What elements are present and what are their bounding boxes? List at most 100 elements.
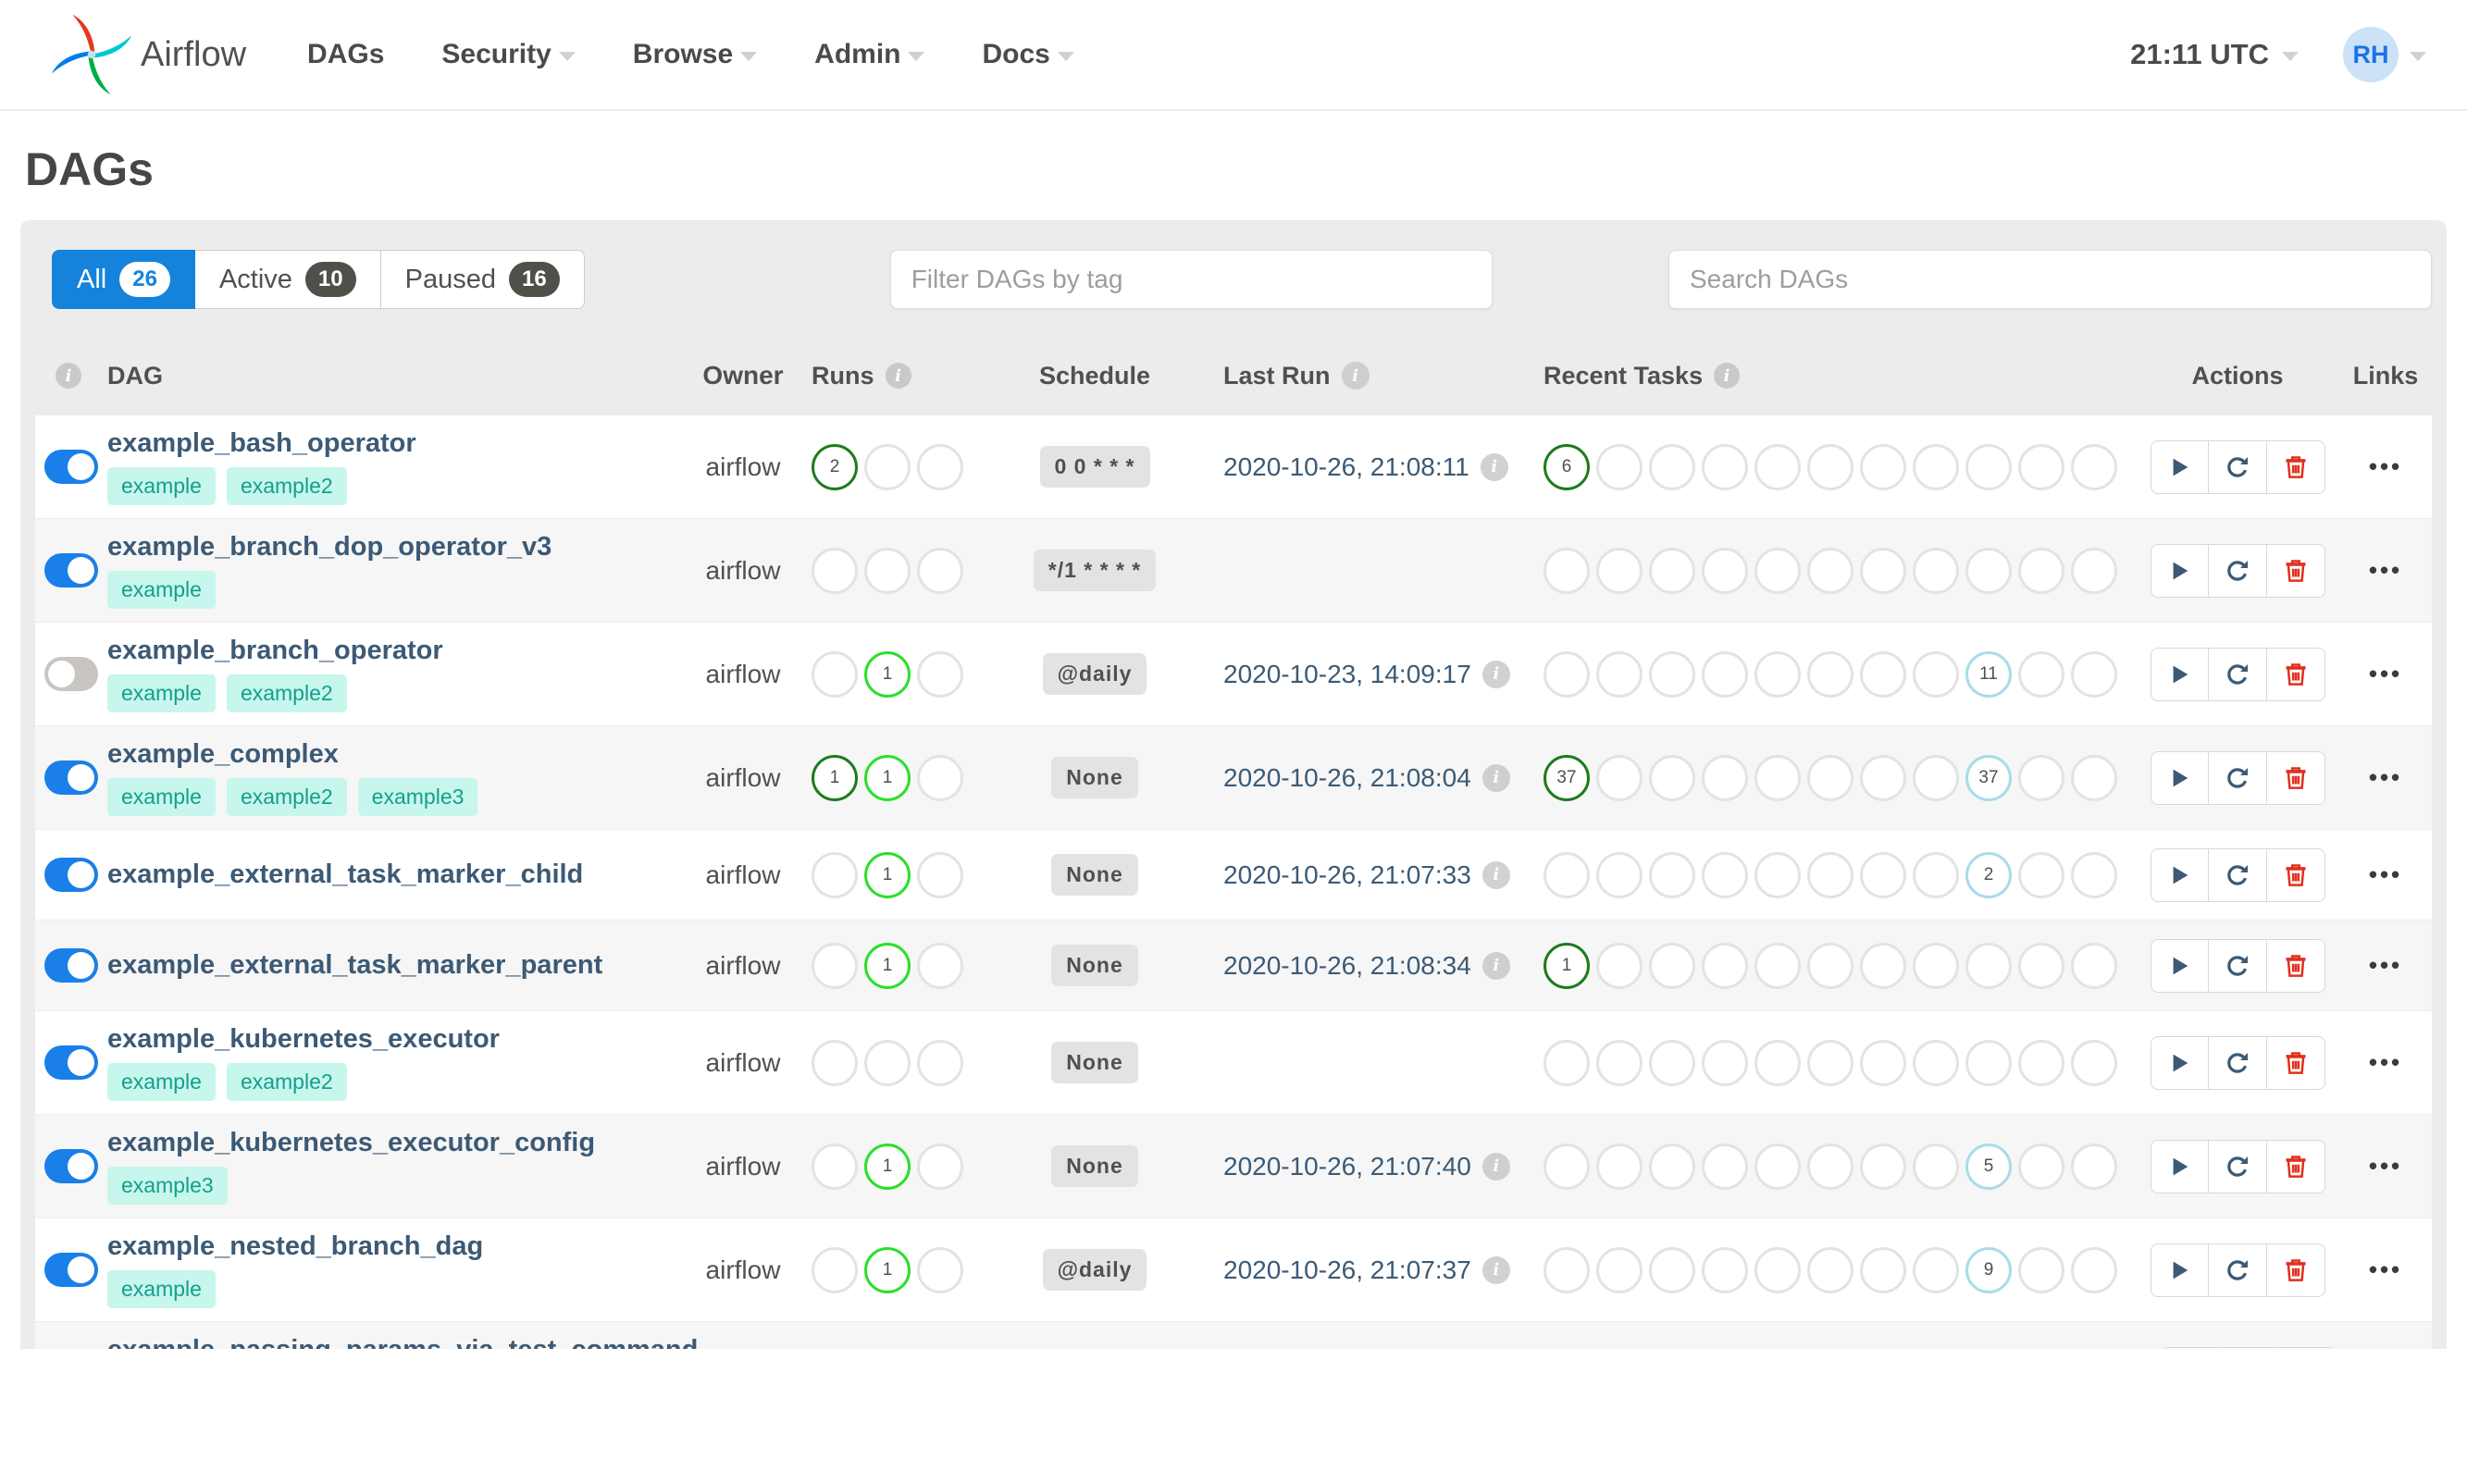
schedule-badge[interactable]: None xyxy=(1051,1042,1138,1083)
user-menu[interactable]: RH xyxy=(2343,27,2426,82)
task-sensing-circle[interactable] xyxy=(2071,1039,2117,1086)
task-upstream_failed-circle[interactable] xyxy=(1702,1039,1748,1086)
task-sensing-circle[interactable] xyxy=(2071,754,2117,801)
dagrun-success-circle[interactable] xyxy=(812,650,858,698)
refresh-dag-button[interactable] xyxy=(2208,938,2267,993)
delete-dag-button[interactable] xyxy=(2266,750,2325,805)
task-none-circle[interactable]: 37 xyxy=(1965,754,2012,801)
task-failed-circle[interactable] xyxy=(1649,942,1695,989)
task-scheduled-circle[interactable] xyxy=(2018,443,2064,490)
refresh-dag-button[interactable] xyxy=(2208,543,2267,598)
task-sensing-circle[interactable] xyxy=(2071,851,2117,898)
task-up_for_reschedule-circle[interactable] xyxy=(1860,650,1906,698)
links-menu-button[interactable]: ••• xyxy=(2369,951,2402,980)
refresh-dag-button[interactable] xyxy=(2208,1035,2267,1090)
dag-tag[interactable]: example xyxy=(107,778,216,816)
task-none-circle[interactable] xyxy=(1965,942,2012,989)
refresh-dag-button[interactable] xyxy=(2218,1346,2277,1349)
dagrun-success-circle[interactable] xyxy=(812,942,858,989)
links-menu-button[interactable]: ••• xyxy=(2369,452,2402,481)
schedule-badge[interactable]: @daily xyxy=(1042,653,1147,695)
task-running-circle[interactable] xyxy=(1596,754,1643,801)
task-upstream_failed-circle[interactable] xyxy=(1702,547,1748,594)
delete-dag-button[interactable] xyxy=(2266,1243,2325,1297)
task-scheduled-circle[interactable] xyxy=(2018,1246,2064,1293)
dagrun-success-circle[interactable] xyxy=(812,1039,858,1086)
info-icon[interactable]: i xyxy=(1714,363,1741,389)
dag-tag[interactable]: example2 xyxy=(226,1063,347,1101)
delete-dag-button[interactable] xyxy=(2276,1346,2336,1349)
dag-link[interactable]: example_kubernetes_executor xyxy=(107,1024,500,1055)
last-run-link[interactable]: 2020-10-26, 21:08:34 xyxy=(1223,951,1471,981)
task-queued-circle[interactable] xyxy=(1913,1039,1959,1086)
task-queued-circle[interactable] xyxy=(1913,443,1959,490)
dag-pause-toggle[interactable] xyxy=(44,553,98,587)
task-running-circle[interactable] xyxy=(1596,942,1643,989)
task-upstream_failed-circle[interactable] xyxy=(1702,851,1748,898)
task-success-circle[interactable] xyxy=(1543,1246,1590,1293)
dag-link[interactable]: example_bash_operator xyxy=(107,428,416,459)
col-schedule[interactable]: Schedule xyxy=(1039,362,1150,390)
dagrun-running-circle[interactable] xyxy=(864,1039,911,1086)
task-running-circle[interactable] xyxy=(1596,443,1643,490)
dagrun-success-circle[interactable] xyxy=(812,1246,858,1293)
dag-pause-toggle[interactable] xyxy=(44,1149,98,1183)
task-sensing-circle[interactable] xyxy=(2071,650,2117,698)
dag-link[interactable]: example_branch_dop_operator_v3 xyxy=(107,532,552,563)
last-run-link[interactable]: 2020-10-26, 21:07:37 xyxy=(1223,1255,1471,1285)
task-running-circle[interactable] xyxy=(1596,1039,1643,1086)
delete-dag-button[interactable] xyxy=(2266,938,2325,993)
task-failed-circle[interactable] xyxy=(1649,1039,1695,1086)
trigger-dag-button[interactable] xyxy=(2150,1243,2209,1297)
task-success-circle[interactable] xyxy=(1543,1143,1590,1190)
schedule-badge[interactable]: None xyxy=(1051,1145,1138,1187)
refresh-dag-button[interactable] xyxy=(2208,439,2267,494)
dagrun-failed-circle[interactable] xyxy=(917,1246,963,1293)
last-run-link[interactable]: 2020-10-26, 21:07:40 xyxy=(1223,1152,1471,1181)
dagrun-running-circle[interactable]: 1 xyxy=(864,650,911,698)
dag-tag[interactable]: example xyxy=(107,1270,216,1308)
task-scheduled-circle[interactable] xyxy=(2018,942,2064,989)
task-upstream_failed-circle[interactable] xyxy=(1702,1246,1748,1293)
dag-pause-toggle[interactable] xyxy=(44,761,98,795)
task-success-circle[interactable]: 1 xyxy=(1543,942,1590,989)
refresh-dag-button[interactable] xyxy=(2208,647,2267,701)
dagrun-running-circle[interactable]: 1 xyxy=(864,1143,911,1190)
avatar[interactable]: RH xyxy=(2343,27,2399,82)
dagrun-running-circle[interactable] xyxy=(864,547,911,594)
tab-active[interactable]: Active 10 xyxy=(194,250,381,309)
task-up_for_reschedule-circle[interactable] xyxy=(1860,1246,1906,1293)
dagrun-failed-circle[interactable] xyxy=(917,851,963,898)
task-none-circle[interactable]: 9 xyxy=(1965,1246,2012,1293)
task-queued-circle[interactable] xyxy=(1913,1246,1959,1293)
task-upstream_failed-circle[interactable] xyxy=(1702,1143,1748,1190)
task-sensing-circle[interactable] xyxy=(2071,1246,2117,1293)
dagrun-failed-circle[interactable] xyxy=(917,942,963,989)
col-recent-tasks[interactable]: Recent Tasks xyxy=(1543,362,1703,390)
brand-text[interactable]: Airflow xyxy=(141,35,246,75)
dag-pause-toggle[interactable] xyxy=(44,450,98,484)
task-up_for_retry-circle[interactable] xyxy=(1807,1039,1853,1086)
task-none-circle[interactable] xyxy=(1965,443,2012,490)
task-skipped-circle[interactable] xyxy=(1754,942,1801,989)
links-menu-button[interactable]: ••• xyxy=(2369,1152,2402,1181)
task-skipped-circle[interactable] xyxy=(1754,754,1801,801)
dag-pause-toggle[interactable] xyxy=(44,1045,98,1080)
task-up_for_retry-circle[interactable] xyxy=(1807,942,1853,989)
task-running-circle[interactable] xyxy=(1596,650,1643,698)
task-up_for_reschedule-circle[interactable] xyxy=(1860,443,1906,490)
task-none-circle[interactable] xyxy=(1965,547,2012,594)
task-scheduled-circle[interactable] xyxy=(2018,754,2064,801)
task-scheduled-circle[interactable] xyxy=(2018,851,2064,898)
dag-tag[interactable]: example2 xyxy=(226,778,347,816)
task-running-circle[interactable] xyxy=(1596,1246,1643,1293)
nav-item-admin[interactable]: Admin xyxy=(814,39,925,70)
task-scheduled-circle[interactable] xyxy=(2018,1039,2064,1086)
nav-item-security[interactable]: Security xyxy=(441,39,576,70)
task-failed-circle[interactable] xyxy=(1649,851,1695,898)
dag-tag[interactable]: example2 xyxy=(226,467,347,505)
last-run-link[interactable]: 2020-10-26, 21:08:04 xyxy=(1223,763,1471,793)
trigger-dag-button[interactable] xyxy=(2160,1346,2219,1349)
task-queued-circle[interactable] xyxy=(1913,942,1959,989)
task-none-circle[interactable]: 11 xyxy=(1965,650,2012,698)
